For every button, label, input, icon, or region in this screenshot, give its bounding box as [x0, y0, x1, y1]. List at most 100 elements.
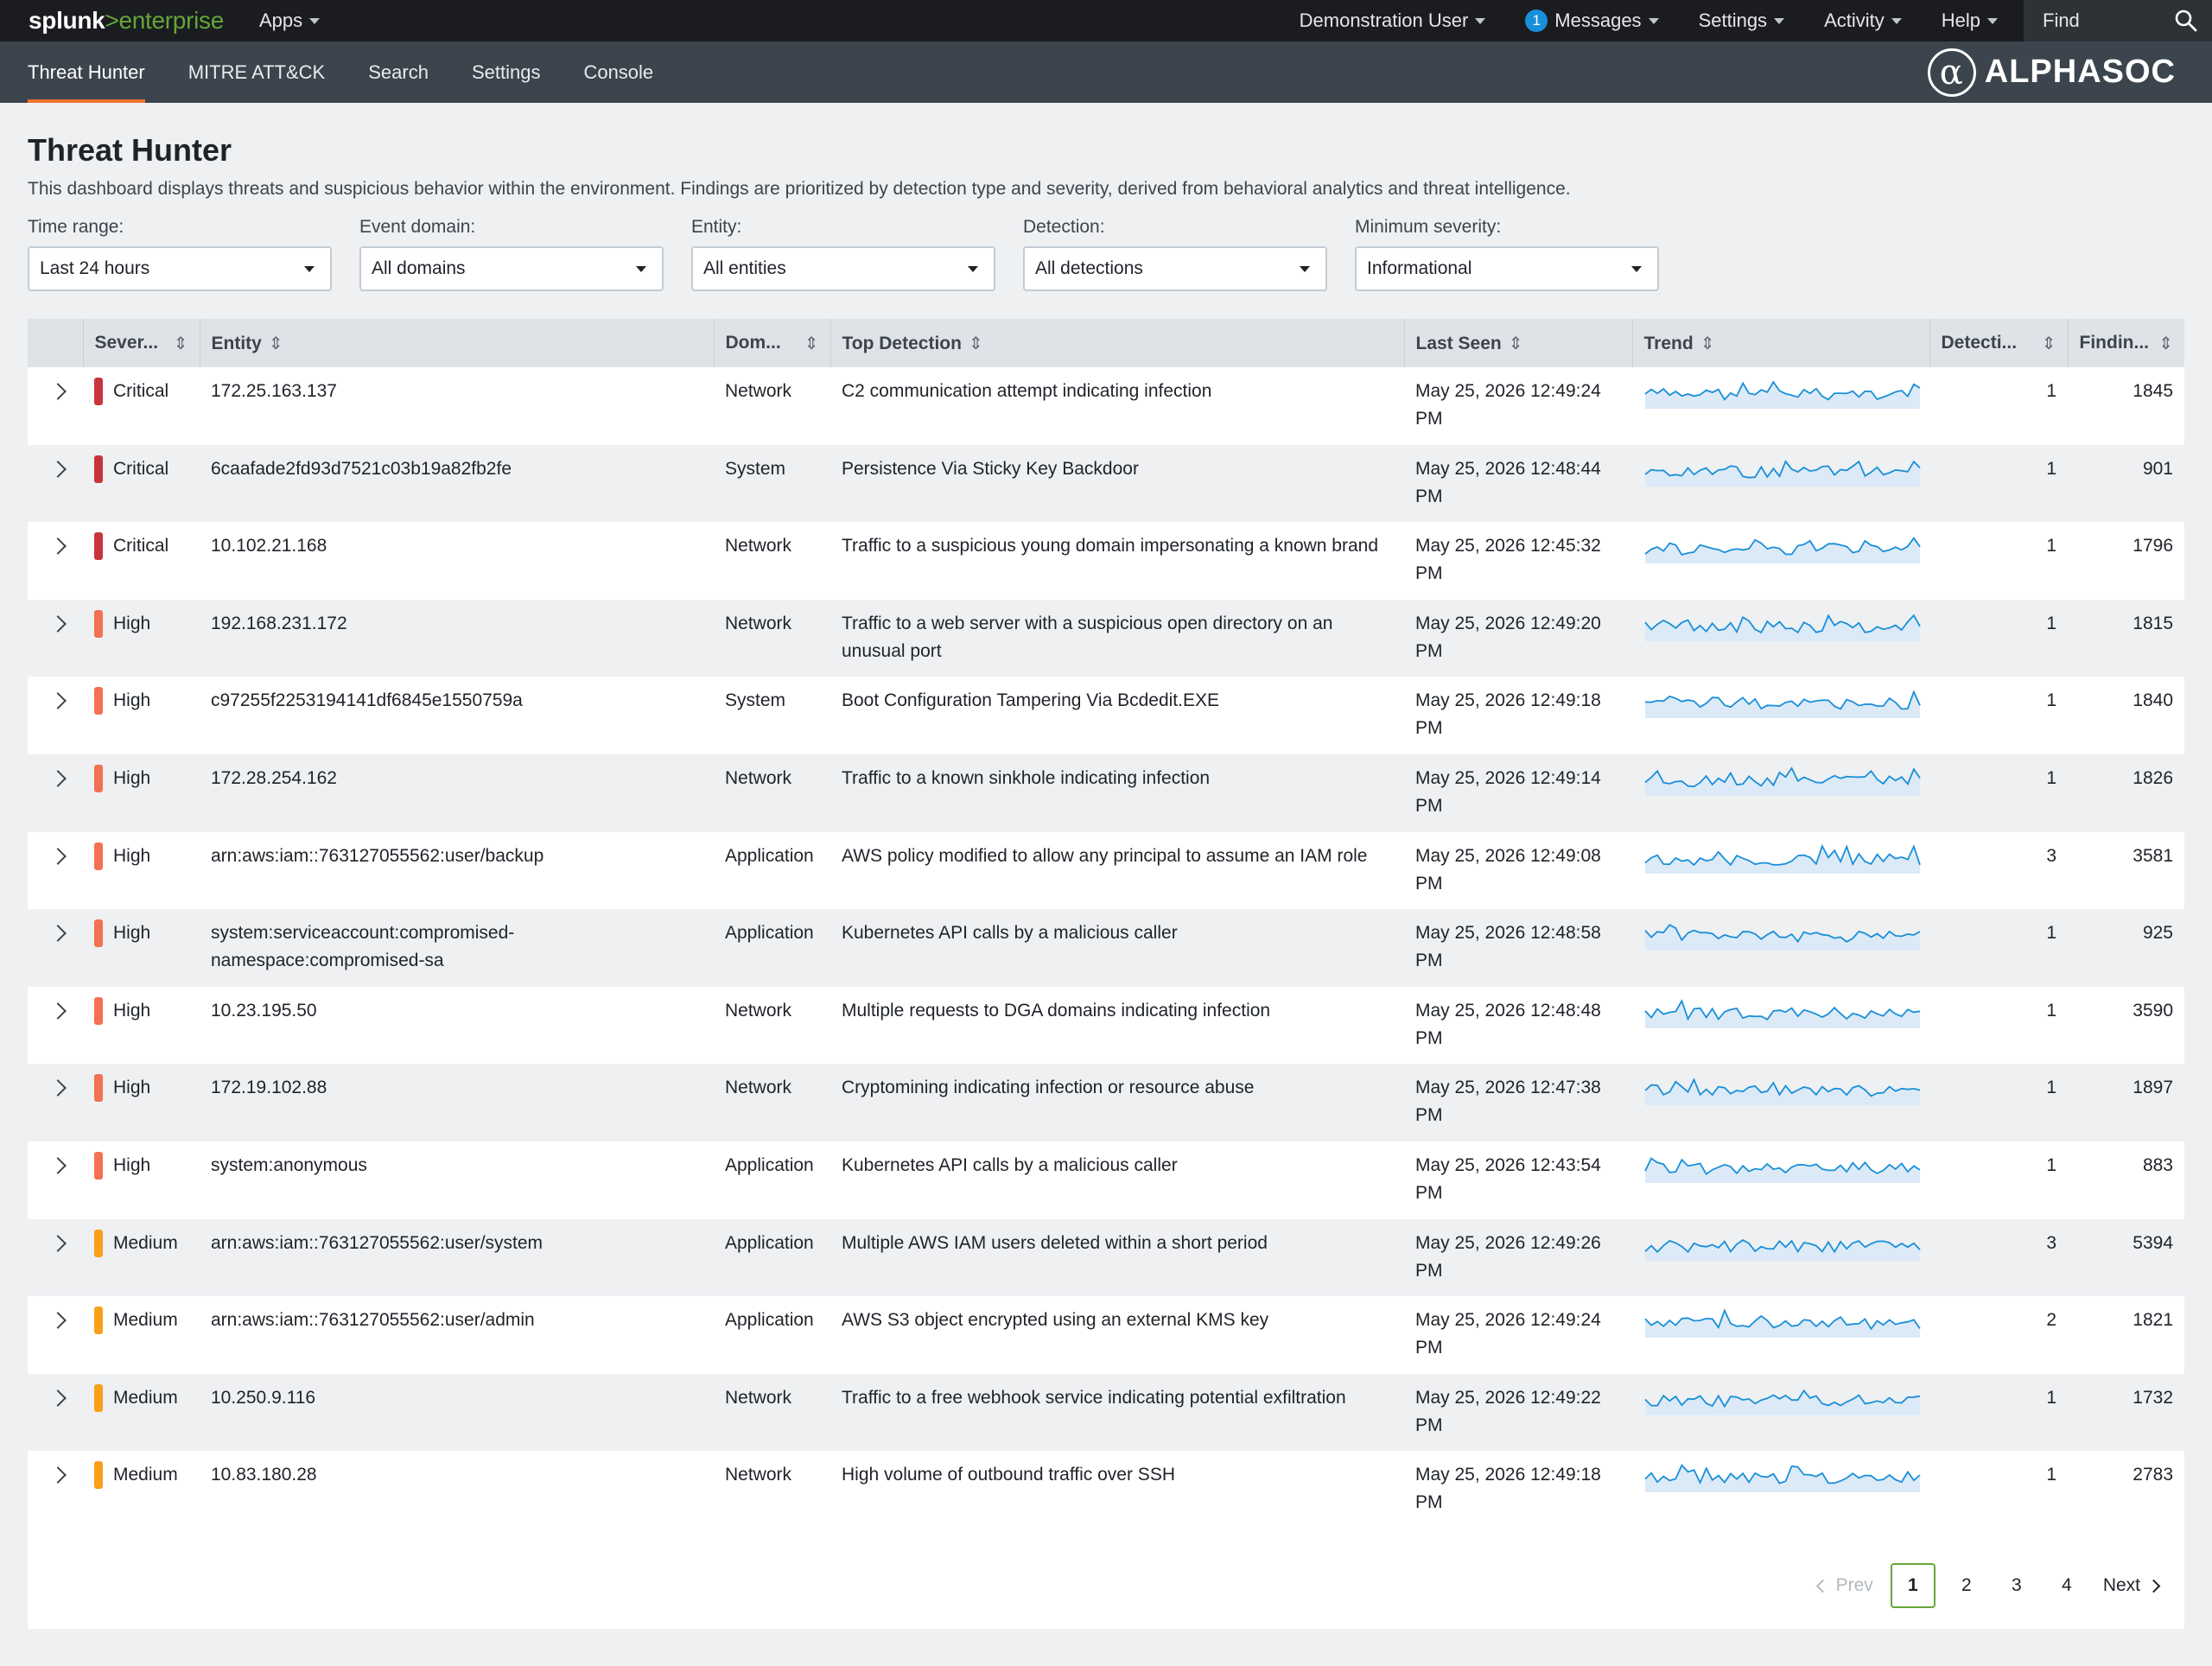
entity-dropdown[interactable]: All entities	[691, 246, 995, 291]
expand-cell[interactable]	[28, 832, 83, 910]
chevron-right-icon[interactable]	[49, 770, 67, 787]
table-row[interactable]: High 172.28.254.162 Network Traffic to a kn…	[28, 754, 2184, 832]
apps-menu[interactable]: Apps	[242, 0, 337, 41]
chevron-right-icon[interactable]	[49, 1466, 67, 1485]
expand-cell[interactable]	[28, 987, 83, 1065]
top-detection-cell[interactable]: Persistence Via Sticky Key Backdoor	[830, 445, 1404, 523]
expand-cell[interactable]	[28, 600, 83, 677]
column-header-severity[interactable]: Sever... ⇕	[83, 319, 200, 367]
entity-cell[interactable]: system:anonymous	[200, 1141, 714, 1219]
search-icon[interactable]	[2174, 9, 2198, 33]
table-row[interactable]: Medium arn:aws:iam::763127055562:user/sys…	[28, 1218, 2184, 1297]
entity-cell[interactable]: 172.25.163.137	[200, 367, 714, 445]
table-row[interactable]: Critical 10.102.21.168 Network Traffic to a…	[28, 522, 2184, 600]
page-3-button[interactable]: 3	[1998, 1567, 2036, 1605]
expand-cell[interactable]	[28, 909, 83, 987]
top-detection-cell[interactable]: Cryptomining indicating infection or res…	[830, 1064, 1404, 1141]
top-detection-cell[interactable]: Multiple AWS IAM users deleted within a …	[830, 1219, 1404, 1297]
chevron-right-icon[interactable]	[49, 1157, 67, 1174]
expand-cell[interactable]	[28, 367, 83, 445]
expand-cell[interactable]	[28, 1451, 83, 1529]
chevron-right-icon[interactable]	[49, 460, 67, 478]
activity-menu[interactable]: Activity	[1807, 0, 1919, 41]
entity-cell[interactable]: 10.23.195.50	[200, 987, 714, 1065]
top-detection-cell[interactable]: Traffic to a suspicious young domain imp…	[830, 522, 1404, 600]
top-detection-cell[interactable]: Boot Configuration Tampering Via Bcdedit…	[830, 677, 1404, 754]
messages-menu[interactable]: 1 Messages	[1508, 0, 1675, 41]
column-header-last-seen[interactable]: Last Seen ⇕	[1404, 319, 1633, 367]
chevron-right-icon[interactable]	[49, 1079, 67, 1097]
chevron-right-icon[interactable]	[49, 383, 67, 400]
chevron-right-icon[interactable]	[49, 537, 67, 556]
chevron-right-icon[interactable]	[49, 847, 67, 865]
entity-cell[interactable]: c97255f2253194141df6845e1550759a	[200, 677, 714, 754]
top-detection-cell[interactable]: Traffic to a free webhook service indica…	[830, 1374, 1404, 1452]
settings-menu[interactable]: Settings	[1681, 0, 1802, 41]
expand-cell[interactable]	[28, 754, 83, 832]
column-header-findings[interactable]: Findin... ⇕	[2068, 319, 2184, 367]
entity-cell[interactable]: 10.83.180.28	[200, 1451, 714, 1529]
sort-icon[interactable]: ⇕	[804, 333, 819, 354]
next-page-button[interactable]: Next	[2098, 1567, 2164, 1605]
entity-cell[interactable]: 10.102.21.168	[200, 522, 714, 600]
page-1-button[interactable]: 1	[1890, 1563, 1936, 1608]
table-row[interactable]: Medium 10.83.180.28 Network High volume of …	[28, 1451, 2184, 1529]
entity-cell[interactable]: 192.168.231.172	[200, 600, 714, 677]
expand-cell[interactable]	[28, 1219, 83, 1297]
table-row[interactable]: High 10.23.195.50 Network Multiple requests…	[28, 987, 2184, 1065]
table-row[interactable]: High system:serviceaccount:compromised-na…	[28, 909, 2184, 987]
entity-cell[interactable]: arn:aws:iam::763127055562:user/admin	[200, 1296, 714, 1374]
table-row[interactable]: High c97255f2253194141df6845e1550759a Syst…	[28, 677, 2184, 754]
entity-cell[interactable]: 6caafade2fd93d7521c03b19a82fb2fe	[200, 445, 714, 523]
entity-cell[interactable]: arn:aws:iam::763127055562:user/backup	[200, 832, 714, 910]
sort-icon[interactable]: ⇕	[269, 333, 283, 354]
column-header-top-detection[interactable]: Top Detection ⇕	[830, 319, 1405, 367]
sort-icon[interactable]: ⇕	[1700, 333, 1715, 354]
top-detection-cell[interactable]: Kubernetes API calls by a malicious call…	[830, 909, 1404, 987]
top-detection-cell[interactable]: Multiple requests to DGA domains indicat…	[830, 987, 1404, 1065]
table-row[interactable]: Critical 172.25.163.137 Network C2 communic…	[28, 367, 2184, 445]
tab-mitre-attack[interactable]: MITRE ATT&CK	[175, 41, 340, 103]
sort-icon[interactable]: ⇕	[174, 333, 188, 354]
tab-settings[interactable]: Settings	[458, 41, 555, 103]
page-2-button[interactable]: 2	[1948, 1567, 1986, 1605]
chevron-right-icon[interactable]	[49, 1389, 67, 1407]
expand-cell[interactable]	[28, 1374, 83, 1452]
sort-icon[interactable]: ⇕	[2158, 333, 2173, 354]
top-detection-cell[interactable]: AWS policy modified to allow any princip…	[830, 832, 1404, 910]
table-row[interactable]: High arn:aws:iam::763127055562:user/backu…	[28, 832, 2184, 910]
expand-cell[interactable]	[28, 677, 83, 754]
detection-dropdown[interactable]: All detections	[1023, 246, 1327, 291]
expand-cell[interactable]	[28, 522, 83, 600]
table-row[interactable]: High system:anonymous Application Kubernete…	[28, 1141, 2184, 1219]
user-menu[interactable]: Demonstration User	[1282, 0, 1503, 41]
entity-cell[interactable]: system:serviceaccount:compromised-namesp…	[200, 909, 714, 987]
sort-icon[interactable]: ⇕	[2042, 333, 2056, 354]
page-4-button[interactable]: 4	[2048, 1567, 2086, 1605]
entity-cell[interactable]: 172.28.254.162	[200, 754, 714, 832]
prev-page-button[interactable]: Prev	[1813, 1567, 1878, 1605]
minimum-severity-dropdown[interactable]: Informational	[1355, 246, 1659, 291]
chevron-right-icon[interactable]	[49, 692, 67, 710]
chevron-right-icon[interactable]	[49, 614, 67, 633]
expand-cell[interactable]	[28, 1064, 83, 1141]
table-row[interactable]: High 192.168.231.172 Network Traffic to a w…	[28, 599, 2184, 677]
tab-search[interactable]: Search	[354, 41, 442, 103]
column-header-detections[interactable]: Detecti... ⇕	[1929, 319, 2069, 367]
splunk-logo[interactable]: splunk >enterprise	[0, 7, 242, 35]
chevron-right-icon[interactable]	[49, 925, 67, 943]
sort-icon[interactable]: ⇕	[969, 333, 983, 354]
chevron-right-icon[interactable]	[49, 1312, 67, 1330]
entity-cell[interactable]: 10.250.9.116	[200, 1374, 714, 1452]
chevron-right-icon[interactable]	[49, 1002, 67, 1020]
chevron-right-icon[interactable]	[49, 1234, 67, 1252]
column-header-domain[interactable]: Dom... ⇕	[714, 319, 831, 367]
top-detection-cell[interactable]: Traffic to a known sinkhole indicating i…	[830, 754, 1404, 832]
top-detection-cell[interactable]: Kubernetes API calls by a malicious call…	[830, 1141, 1404, 1219]
column-header-trend[interactable]: Trend ⇕	[1632, 319, 1930, 367]
entity-cell[interactable]: arn:aws:iam::763127055562:user/system	[200, 1219, 714, 1297]
entity-cell[interactable]: 172.19.102.88	[200, 1064, 714, 1141]
table-row[interactable]: Critical 6caafade2fd93d7521c03b19a82fb2fe…	[28, 444, 2184, 523]
sort-icon[interactable]: ⇕	[1509, 333, 1523, 354]
top-detection-cell[interactable]: C2 communication attempt indicating infe…	[830, 367, 1404, 445]
